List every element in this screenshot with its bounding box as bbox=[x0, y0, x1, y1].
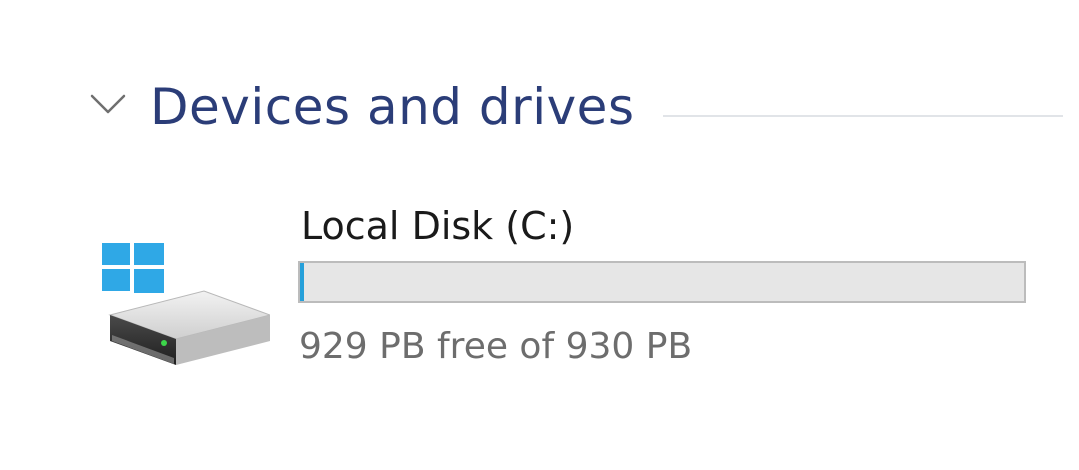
chevron-down-icon[interactable] bbox=[88, 84, 128, 124]
local-disk-c-tile[interactable]: Local Disk (C:) 929 PB free of 930 PB bbox=[96, 195, 1046, 380]
group-title: Devices and drives bbox=[150, 78, 635, 136]
drive-free-space-text: 929 PB free of 930 PB bbox=[299, 326, 693, 367]
drive-usage-fill bbox=[300, 263, 304, 301]
drive-usage-bar bbox=[298, 261, 1026, 303]
drive-name: Local Disk (C:) bbox=[301, 204, 575, 248]
devices-and-drives-group-header[interactable]: Devices and drives bbox=[88, 70, 1063, 150]
group-divider bbox=[663, 115, 1063, 117]
windows-hard-drive-icon bbox=[102, 243, 270, 365]
